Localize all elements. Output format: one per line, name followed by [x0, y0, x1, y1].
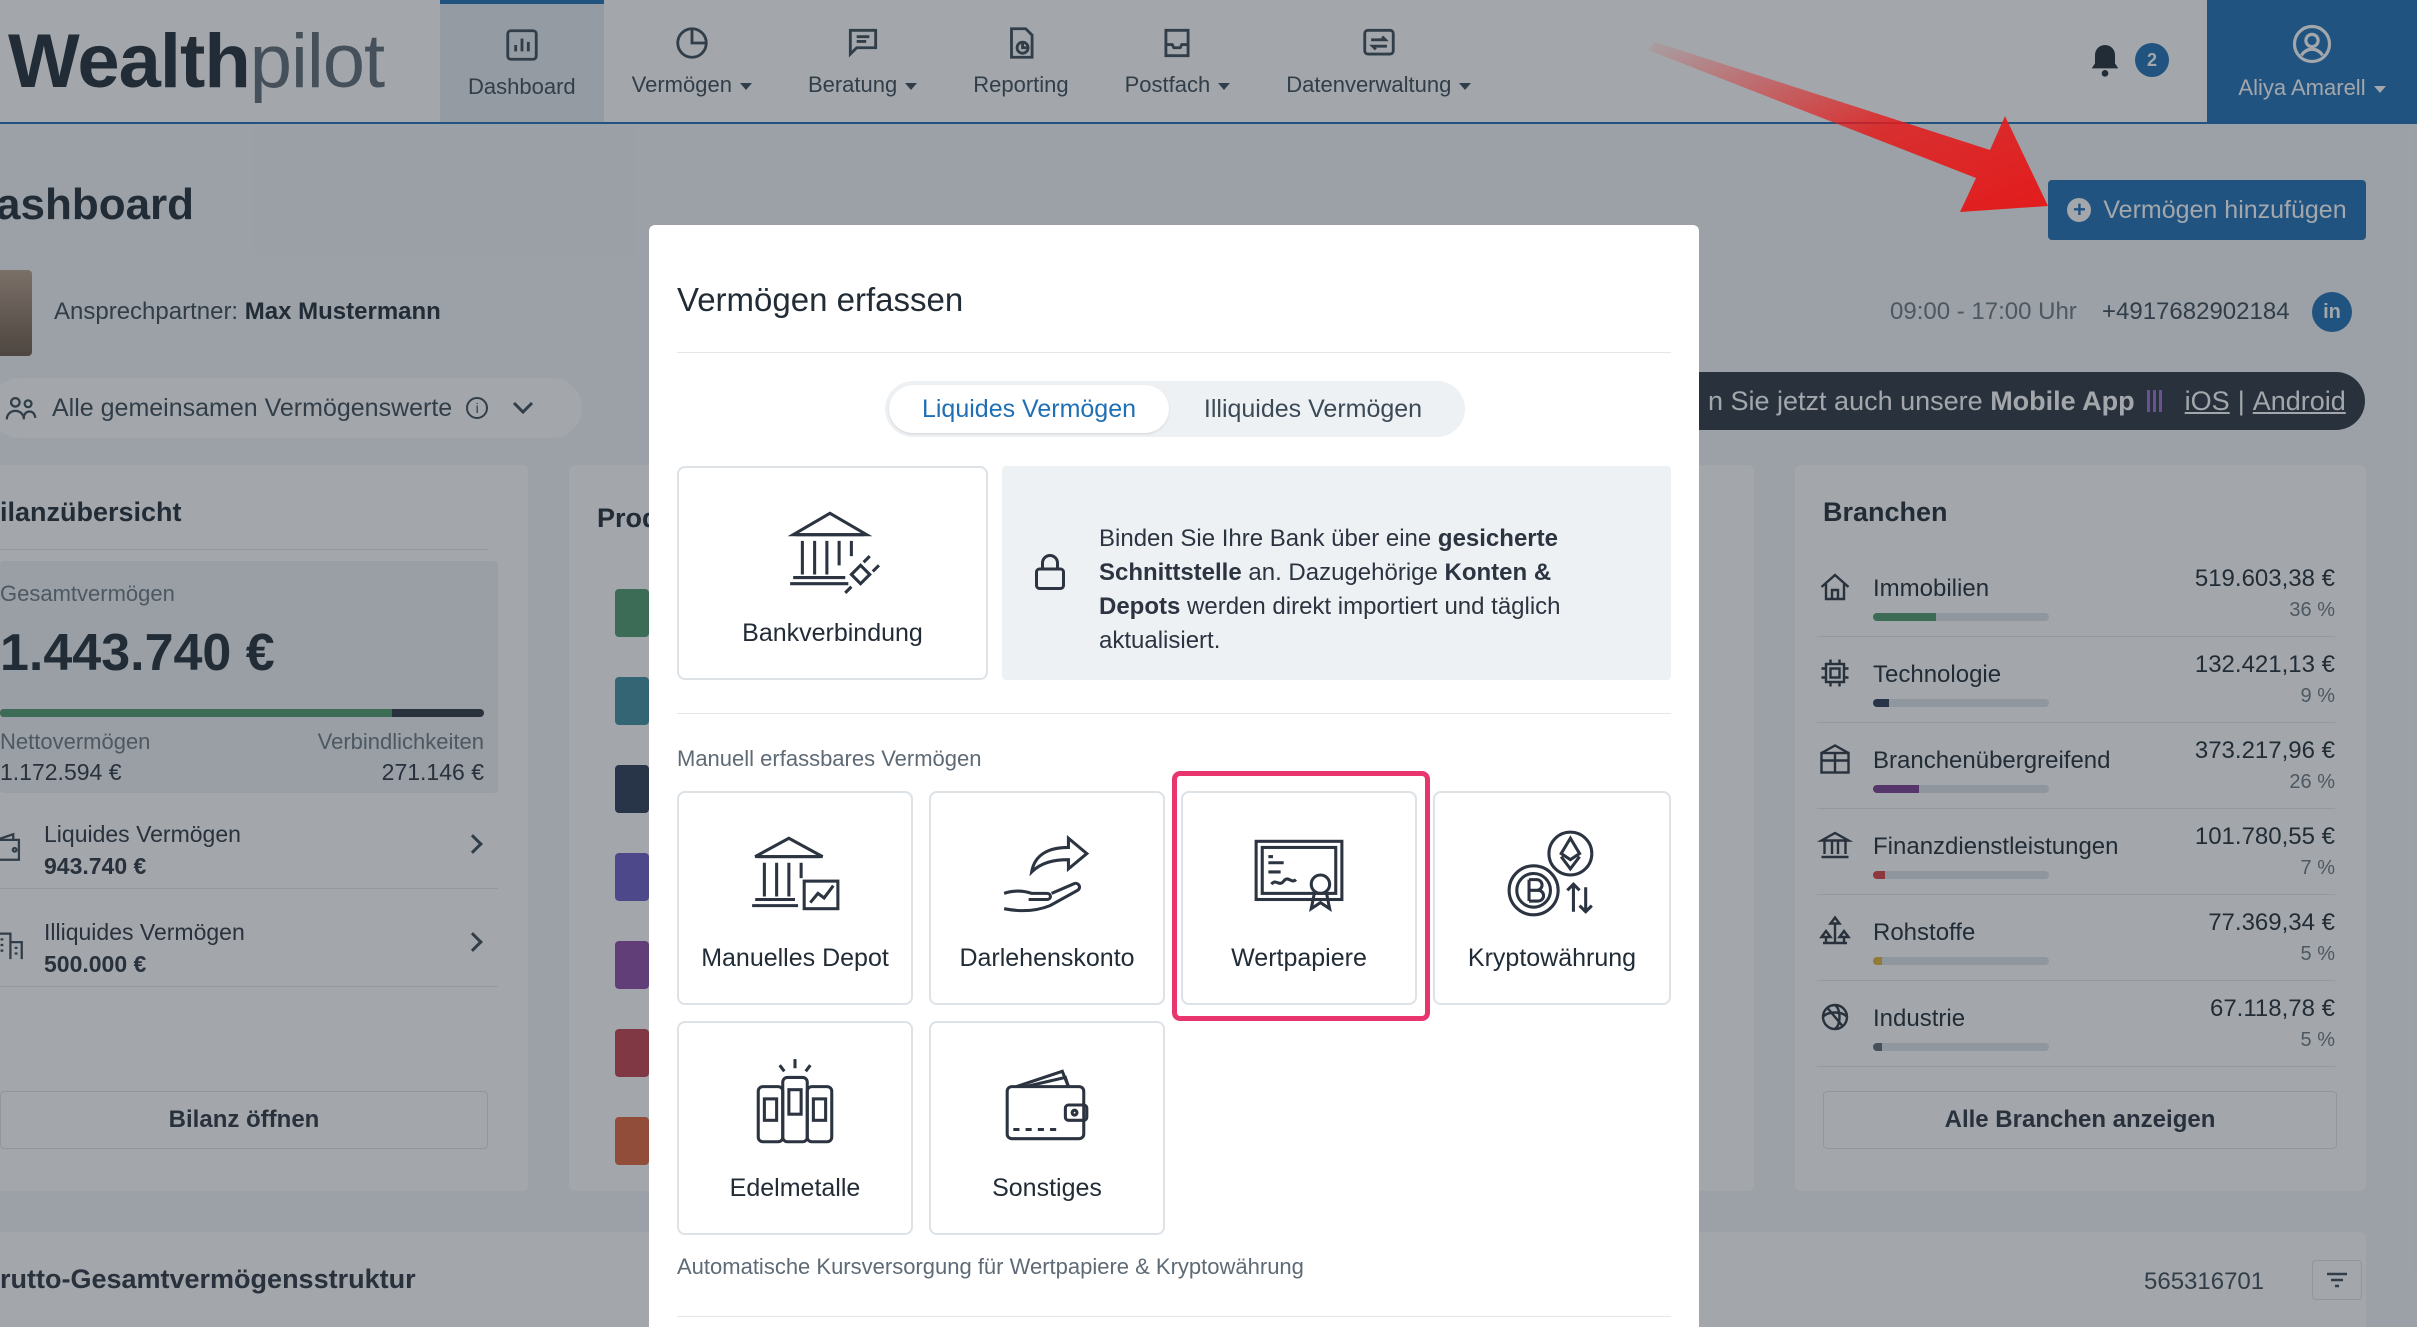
bank-plug-icon	[787, 511, 880, 594]
lock-icon	[1035, 554, 1065, 590]
bank-connection-info: Binden Sie Ihre Bank über eine gesichert…	[1002, 466, 1671, 680]
hand-share-icon	[1003, 834, 1090, 913]
tab-liquid-assets[interactable]: Liquides Vermögen	[889, 385, 1169, 433]
bank-chart-icon	[752, 836, 840, 911]
highlight-box	[1172, 771, 1430, 1021]
manual-assets-label: Manuell erfassbares Vermögen	[677, 746, 982, 771]
loan-account-tile[interactable]: Darlehenskonto	[929, 791, 1165, 1005]
precious-metals-tile[interactable]: Edelmetalle	[677, 1021, 913, 1235]
bank-connection-tile[interactable]: Bankverbindung	[677, 466, 988, 680]
modal-title: Vermögen erfassen	[677, 281, 964, 318]
cryptocurrency-tile[interactable]: Kryptowährung	[1433, 791, 1671, 1005]
manual-depot-tile[interactable]: Manuelles Depot	[677, 791, 913, 1005]
crypto-coins-icon	[1507, 830, 1594, 917]
price-feed-note: Automatische Kursversorgung für Wertpapi…	[677, 1254, 1304, 1279]
other-assets-tile[interactable]: Sonstiges	[929, 1021, 1165, 1235]
tab-illiquid-assets[interactable]: Illiquides Vermögen	[1169, 385, 1457, 433]
gold-bars-icon	[756, 1059, 834, 1144]
wallet-cards-icon	[1005, 1069, 1089, 1141]
asset-type-toggle: Liquides Vermögen Illiquides Vermögen	[885, 381, 1465, 437]
